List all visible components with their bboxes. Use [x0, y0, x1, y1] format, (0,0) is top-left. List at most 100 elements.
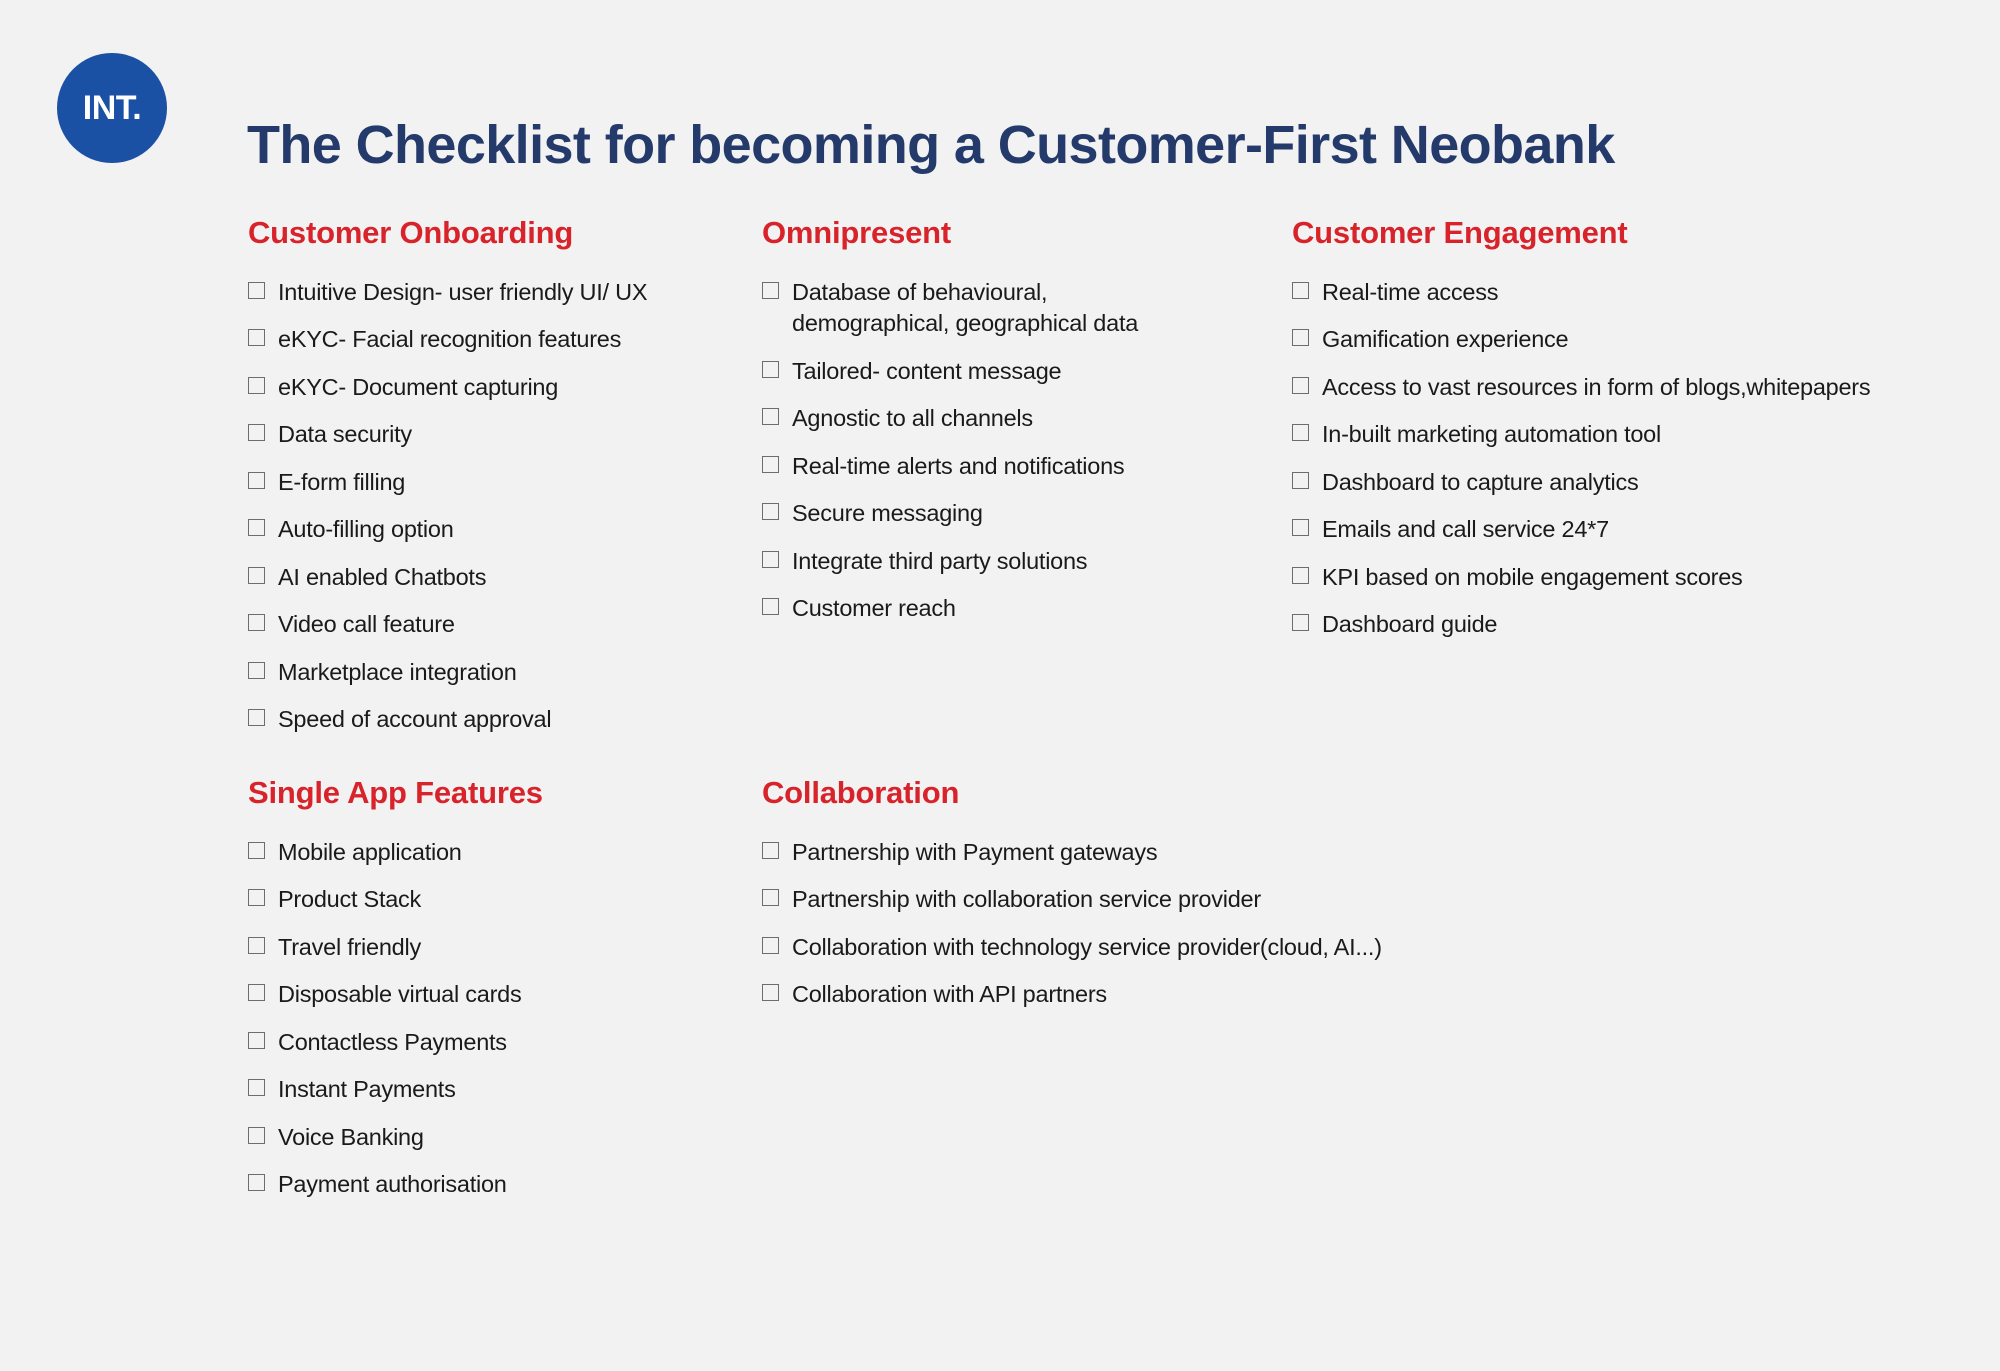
list-item[interactable]: Database of behavioural, demographical, … — [762, 277, 1192, 340]
list-item[interactable]: Customer reach — [762, 593, 1192, 624]
list-item-label: Agnostic to all channels — [792, 405, 1033, 432]
int-logo: INT. — [57, 53, 167, 163]
list-item[interactable]: Disposable virtual cards — [248, 979, 678, 1010]
checkbox-icon[interactable] — [762, 503, 779, 521]
list-item[interactable]: Speed of account approval — [248, 704, 678, 735]
list-item-label: Voice Banking — [278, 1123, 424, 1150]
checkbox-icon[interactable] — [248, 614, 265, 632]
list-item-label: E-form filling — [278, 468, 406, 495]
list-item[interactable]: AI enabled Chatbots — [248, 562, 678, 593]
list-item[interactable]: Auto-filling option — [248, 514, 678, 545]
list-item[interactable]: Instant Payments — [248, 1074, 678, 1105]
list-item[interactable]: Partnership with collaboration service p… — [762, 884, 1462, 915]
checkbox-icon[interactable] — [1292, 376, 1309, 394]
checklist-customer-engagement: Real-time access Gamification experience… — [1292, 277, 1932, 641]
checkbox-icon[interactable] — [248, 1126, 265, 1144]
section-title-customer-engagement: Customer Engagement — [1292, 215, 1628, 250]
list-item[interactable]: eKYC- Document capturing — [248, 372, 678, 403]
checkbox-icon[interactable] — [1292, 424, 1309, 442]
checkbox-icon[interactable] — [762, 360, 779, 378]
checkbox-icon[interactable] — [248, 1174, 265, 1192]
checkbox-icon[interactable] — [248, 282, 265, 299]
checkbox-icon[interactable] — [762, 408, 779, 426]
checkbox-icon[interactable] — [248, 984, 265, 1002]
checkbox-icon[interactable] — [762, 598, 779, 616]
checkbox-icon[interactable] — [1292, 329, 1309, 347]
checkbox-icon[interactable] — [248, 566, 265, 584]
checkbox-icon[interactable] — [762, 455, 779, 473]
list-item-label: Marketplace integration — [278, 658, 517, 685]
checkbox-icon[interactable] — [248, 376, 265, 394]
list-item[interactable]: eKYC- Facial recognition features — [248, 324, 678, 355]
section-title-customer-onboarding: Customer Onboarding — [248, 215, 574, 250]
checkbox-icon[interactable] — [1292, 519, 1309, 537]
list-item[interactable]: Mobile application — [248, 837, 678, 868]
checkbox-icon[interactable] — [248, 936, 265, 954]
list-item-label: Data security — [278, 421, 412, 448]
checkbox-icon[interactable] — [762, 936, 779, 954]
list-item-label: Database of behavioural, demographical, … — [792, 279, 1139, 337]
list-item[interactable]: Real-time alerts and notifications — [762, 451, 1192, 482]
checkbox-icon[interactable] — [248, 424, 265, 442]
list-item[interactable]: Tailored- content message — [762, 356, 1192, 387]
list-item[interactable]: Video call feature — [248, 609, 678, 640]
list-item[interactable]: Collaboration with API partners — [762, 979, 1462, 1010]
checkbox-icon[interactable] — [762, 282, 779, 299]
list-item-label: Integrate third party solutions — [792, 547, 1088, 574]
checkbox-icon[interactable] — [1292, 566, 1309, 584]
section-customer-engagement: Customer Engagement Real-time access Gam… — [1292, 215, 1932, 657]
list-item-label: Gamification experience — [1322, 326, 1569, 353]
checkbox-icon[interactable] — [248, 1031, 265, 1049]
checklist-single-app-features: Mobile application Product Stack Travel … — [248, 837, 678, 1201]
list-item[interactable]: Real-time access — [1292, 277, 1932, 308]
list-item-label: Partnership with collaboration service p… — [792, 886, 1261, 913]
checkbox-icon[interactable] — [762, 889, 779, 907]
list-item[interactable]: Voice Banking — [248, 1122, 678, 1153]
checkbox-icon[interactable] — [762, 550, 779, 568]
list-item[interactable]: Travel friendly — [248, 932, 678, 963]
checkbox-icon[interactable] — [1292, 282, 1309, 299]
list-item[interactable]: Collaboration with technology service pr… — [762, 932, 1462, 963]
list-item-label: In-built marketing automation tool — [1322, 421, 1661, 448]
list-item[interactable]: Marketplace integration — [248, 657, 678, 688]
list-item-label: Access to vast resources in form of blog… — [1322, 373, 1871, 400]
list-item[interactable]: Data security — [248, 419, 678, 450]
checkbox-icon[interactable] — [1292, 471, 1309, 489]
checkbox-icon[interactable] — [248, 842, 265, 859]
list-item[interactable]: Contactless Payments — [248, 1027, 678, 1058]
checkbox-icon[interactable] — [248, 329, 265, 347]
list-item-label: Speed of account approval — [278, 706, 552, 733]
section-collaboration: Collaboration Partnership with Payment g… — [762, 775, 1462, 1027]
list-item[interactable]: Secure messaging — [762, 498, 1192, 529]
list-item[interactable]: KPI based on mobile engagement scores — [1292, 562, 1932, 593]
checkbox-icon[interactable] — [248, 889, 265, 907]
list-item[interactable]: Intuitive Design- user friendly UI/ UX — [248, 277, 678, 308]
checkbox-icon[interactable] — [248, 661, 265, 679]
list-item[interactable]: Emails and call service 24*7 — [1292, 514, 1932, 545]
checkbox-icon[interactable] — [248, 1079, 265, 1097]
list-item[interactable]: E-form filling — [248, 467, 678, 498]
page-header: INT. The Checklist for becoming a Custom… — [0, 0, 2000, 185]
list-item[interactable]: Access to vast resources in form of blog… — [1292, 372, 1932, 403]
checkbox-icon[interactable] — [248, 709, 265, 727]
checkbox-icon[interactable] — [1292, 614, 1309, 632]
list-item[interactable]: Payment authorisation — [248, 1169, 678, 1200]
list-item-label: Intuitive Design- user friendly UI/ UX — [278, 279, 648, 305]
checkbox-icon[interactable] — [248, 519, 265, 537]
section-customer-onboarding: Customer Onboarding Intuitive Design- us… — [248, 215, 678, 752]
list-item[interactable]: Dashboard guide — [1292, 609, 1932, 640]
section-title-single-app-features: Single App Features — [248, 775, 543, 810]
list-item[interactable]: Partnership with Payment gateways — [762, 837, 1462, 868]
list-item[interactable]: Gamification experience — [1292, 324, 1932, 355]
list-item[interactable]: Product Stack — [248, 884, 678, 915]
list-item[interactable]: Dashboard to capture analytics — [1292, 467, 1932, 498]
checkbox-icon[interactable] — [762, 984, 779, 1002]
checkbox-icon[interactable] — [248, 471, 265, 489]
list-item[interactable]: In-built marketing automation tool — [1292, 419, 1932, 450]
list-item-label: Real-time alerts and notifications — [792, 452, 1125, 479]
list-item[interactable]: Agnostic to all channels — [762, 403, 1192, 434]
checkbox-icon[interactable] — [762, 842, 779, 859]
checklist-customer-onboarding: Intuitive Design- user friendly UI/ UX e… — [248, 277, 678, 736]
list-item-label: Auto-filling option — [278, 516, 454, 543]
list-item[interactable]: Integrate third party solutions — [762, 546, 1192, 577]
